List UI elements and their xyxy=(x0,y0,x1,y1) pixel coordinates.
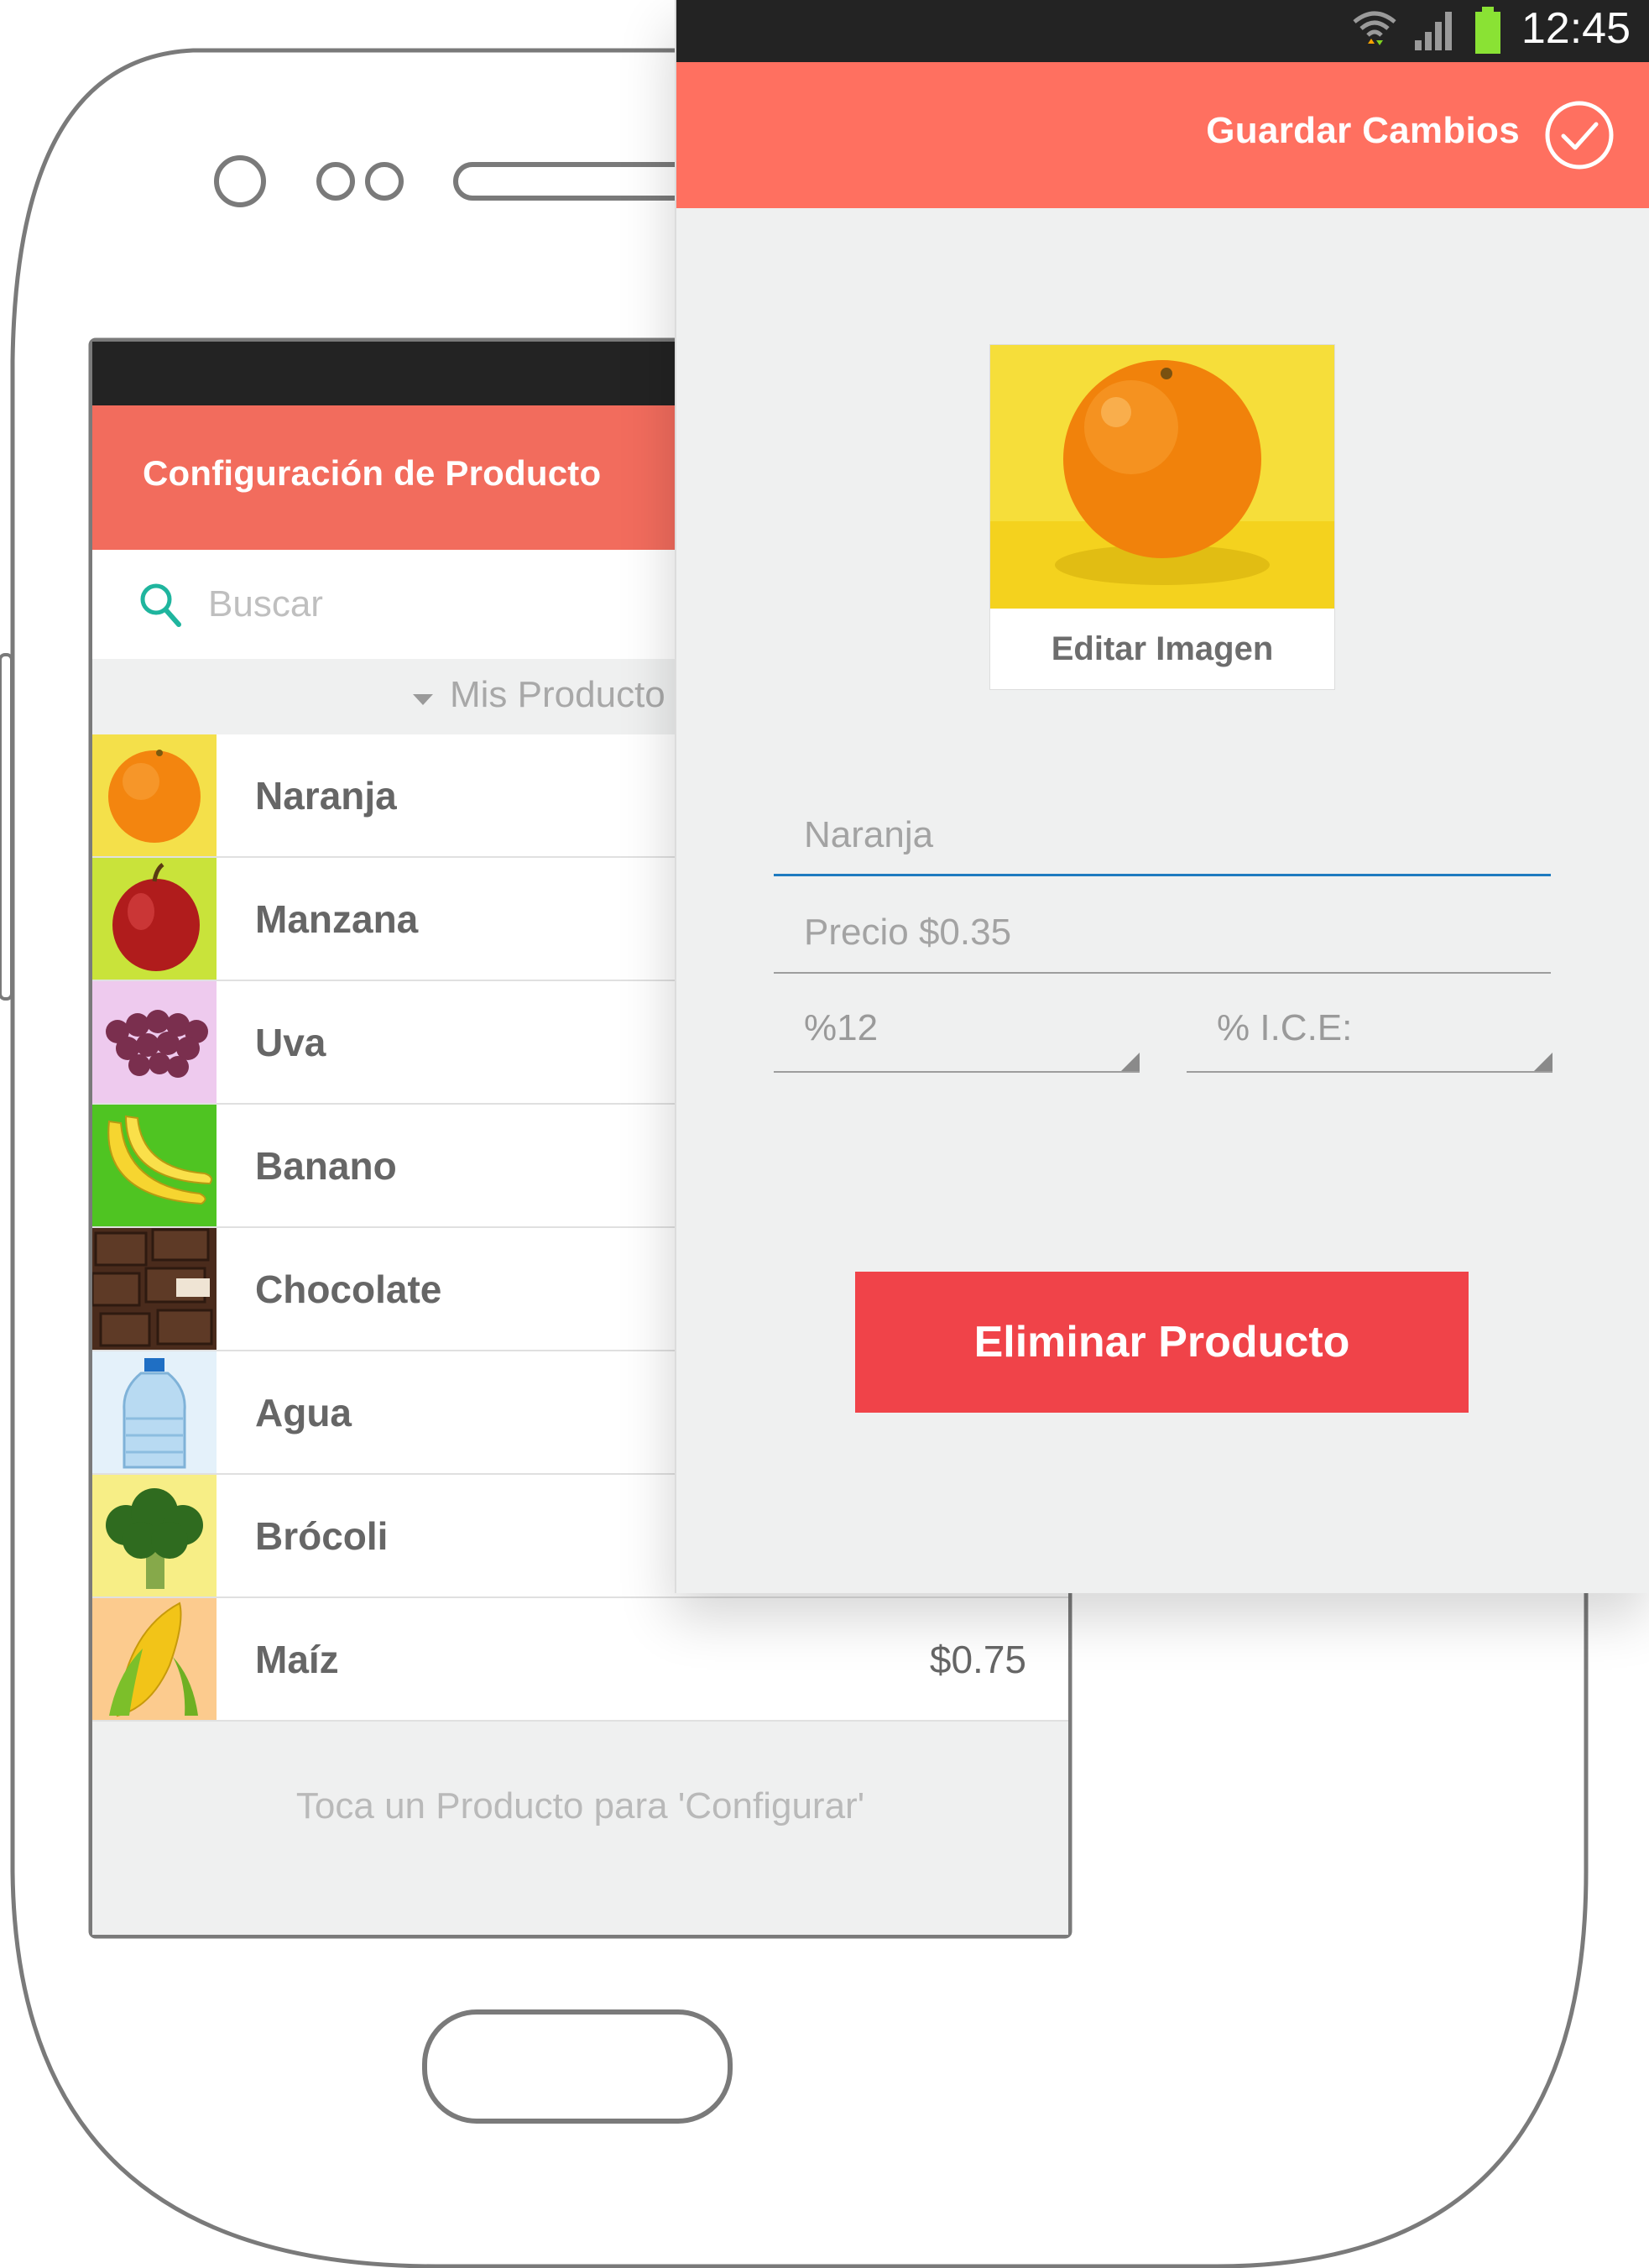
tax-select-value: %12 xyxy=(804,1007,879,1048)
product-name: Brócoli xyxy=(255,1514,389,1558)
product-name: Naranja xyxy=(255,774,397,818)
orange-image xyxy=(92,734,217,856)
dropdown-corner-icon xyxy=(1534,1053,1552,1071)
product-image-card: Editar Imagen xyxy=(989,344,1335,690)
check-circle-icon[interactable] xyxy=(1543,99,1615,171)
product-name: Maíz xyxy=(255,1638,339,1681)
price-input[interactable] xyxy=(774,895,1551,970)
apple-image xyxy=(92,858,217,980)
home-button xyxy=(422,2009,733,2124)
signal-icon xyxy=(1415,12,1452,50)
banana-image xyxy=(92,1105,217,1226)
dropdown-corner-icon xyxy=(1121,1053,1140,1071)
broccoli-image xyxy=(92,1475,217,1596)
product-price: $0.75 xyxy=(929,1638,1026,1681)
orange-image xyxy=(990,345,1334,609)
hint-text: Toca un Producto para 'Configurar' xyxy=(295,1785,865,1826)
side-button xyxy=(0,653,13,1001)
ice-select[interactable]: % I.C.E: xyxy=(1187,990,1552,1073)
delete-product-button[interactable]: Eliminar Producto xyxy=(855,1272,1469,1413)
app-bar: Guardar Cambios xyxy=(676,62,1649,208)
list-item-maiz[interactable]: Maíz $0.75 xyxy=(92,1598,1068,1722)
edit-image-button[interactable]: Editar Imagen xyxy=(990,609,1334,689)
product-name: Uva xyxy=(255,1021,326,1064)
name-input-underline xyxy=(774,874,1551,876)
page-title: Configuración de Producto xyxy=(143,453,602,493)
battery-icon xyxy=(1475,7,1500,54)
product-name-input[interactable] xyxy=(774,797,1551,873)
caret-down-icon xyxy=(413,694,433,705)
grapes-image xyxy=(92,981,217,1103)
edit-product-screen: 12:45 Guardar Cambios Editar Imagen %12 … xyxy=(675,0,1649,1593)
chocolate-image xyxy=(92,1228,217,1350)
save-changes-button[interactable]: Guardar Cambios xyxy=(1206,110,1520,152)
search-input[interactable] xyxy=(206,577,713,632)
price-input-underline xyxy=(774,972,1551,974)
product-name: Chocolate xyxy=(255,1267,442,1311)
water-bottle-image xyxy=(92,1351,217,1473)
tax-select[interactable]: %12 xyxy=(774,990,1140,1073)
product-name: Agua xyxy=(255,1391,352,1434)
search-icon xyxy=(140,583,181,627)
product-name: Manzana xyxy=(255,897,419,941)
product-name: Banano xyxy=(255,1144,397,1188)
wifi-icon xyxy=(1353,11,1396,45)
status-bar: 12:45 xyxy=(676,0,1649,62)
section-label: Mis Producto xyxy=(450,674,665,715)
corn-image xyxy=(92,1598,217,1720)
ice-select-value: % I.C.E: xyxy=(1217,1007,1353,1048)
status-time: 12:45 xyxy=(1521,4,1631,53)
